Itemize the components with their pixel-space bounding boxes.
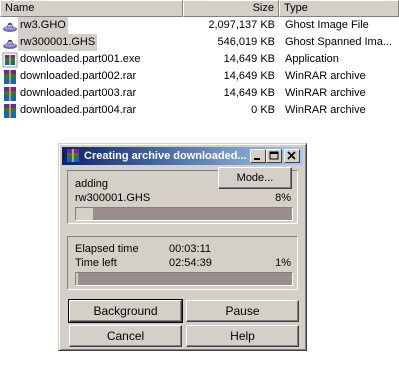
total-percent: 1% <box>275 257 291 269</box>
background-button-label: Background <box>93 304 158 318</box>
dialog-title-bar[interactable]: Creating archive downloaded... <box>62 147 303 165</box>
help-button-label: Help <box>230 329 255 343</box>
file-name: downloaded.part003.rar <box>20 87 137 99</box>
total-progress-fill <box>76 273 78 285</box>
file-progress-fill <box>76 208 93 220</box>
file-name: rw3.GHO <box>18 17 68 34</box>
file-size: 546,019 KB <box>217 36 276 48</box>
file-type: WinRAR archive <box>285 87 366 99</box>
time-left-label: Time left <box>75 257 117 269</box>
file-row[interactable]: downloaded.part002.rar 14,649 KB WinRAR ar… <box>0 68 399 85</box>
time-group: Elapsed time 00:03:11 Time left 02:54:39… <box>67 236 298 290</box>
elapsed-time-value: 00:03:11 <box>169 243 212 255</box>
archive-progress-dialog: Creating archive downloaded... Mode... a… <box>58 143 307 351</box>
column-header-name[interactable]: Name <box>0 0 183 17</box>
column-header-name-label: Name <box>5 2 35 14</box>
pause-button[interactable]: Pause <box>186 300 299 322</box>
close-icon <box>287 151 296 160</box>
file-name-cell: downloaded.part002.rar <box>2 68 182 85</box>
pause-button-label: Pause <box>225 304 260 318</box>
current-file-name: rw300001.GHS <box>75 192 151 204</box>
file-name: downloaded.part002.rar <box>20 70 137 82</box>
background-button[interactable]: Background <box>68 299 183 323</box>
ghost-image-icon <box>2 35 18 51</box>
file-type: WinRAR archive <box>285 104 366 116</box>
elapsed-time-label: Elapsed time <box>75 243 139 255</box>
minimize-button[interactable] <box>250 149 266 163</box>
column-header-type[interactable]: Type <box>279 0 399 17</box>
file-type: Ghost Image File <box>285 19 369 31</box>
winrar-archive-icon <box>2 103 18 119</box>
file-name: downloaded.part004.rar <box>20 104 137 116</box>
file-size: 14,649 KB <box>223 53 275 65</box>
winrar-archive-icon <box>2 86 18 102</box>
list-header: Name Size Type <box>0 0 399 17</box>
file-name-cell: rw300001.GHS <box>2 34 182 51</box>
file-name-cell: downloaded.part003.rar <box>2 85 182 102</box>
minimize-icon <box>254 158 260 160</box>
mode-button[interactable]: Mode... <box>218 167 292 189</box>
file-name: downloaded.part001.exe <box>20 53 141 65</box>
file-progress-bar <box>75 207 293 221</box>
maximize-icon <box>269 151 279 160</box>
mode-button-label: Mode... <box>236 172 274 184</box>
file-type: WinRAR archive <box>285 70 366 82</box>
ghost-image-icon <box>2 18 18 34</box>
column-header-size[interactable]: Size <box>183 0 279 17</box>
close-button[interactable] <box>284 149 300 163</box>
file-row[interactable]: rw3.GHO 2,097,137 KB Ghost Image File <box>0 17 399 34</box>
file-row[interactable]: downloaded.part003.rar 14,649 KB WinRAR ar… <box>0 85 399 102</box>
file-row[interactable]: downloaded.part001.exe 14,649 KB Applicati… <box>0 51 399 68</box>
dialog-title: Creating archive downloaded... <box>84 150 247 162</box>
file-type: Ghost Spanned Ima... <box>285 36 393 48</box>
action-label: adding <box>75 178 109 190</box>
maximize-button[interactable] <box>266 149 282 163</box>
winrar-icon <box>67 149 79 162</box>
file-name-cell: downloaded.part004.rar <box>2 102 182 119</box>
winrar-app-icon <box>2 52 18 68</box>
file-row[interactable]: downloaded.part004.rar 0 KB WinRAR archive <box>0 102 399 119</box>
file-name: rw300001.GHS <box>18 34 98 51</box>
total-progress-bar <box>75 272 293 286</box>
help-button[interactable]: Help <box>186 325 299 347</box>
cancel-button-label: Cancel <box>106 329 145 343</box>
column-header-size-label: Size <box>252 2 274 14</box>
file-size: 14,649 KB <box>223 70 275 82</box>
current-file-group: Mode... adding rw300001.GHS 8% <box>67 167 298 224</box>
column-header-type-label: Type <box>284 2 308 14</box>
file-row[interactable]: rw300001.GHS 546,019 KB Ghost Spanned Ima.… <box>0 34 399 51</box>
file-name-cell: rw3.GHO <box>2 17 182 34</box>
file-list: rw3.GHO 2,097,137 KB Ghost Image File rw300… <box>0 17 399 119</box>
file-size: 14,649 KB <box>223 87 275 99</box>
cancel-button[interactable]: Cancel <box>69 325 182 347</box>
winrar-archive-icon <box>2 69 18 85</box>
file-type: Application <box>285 53 339 65</box>
file-size: 0 KB <box>251 104 275 116</box>
file-name-cell: downloaded.part001.exe <box>2 51 182 68</box>
file-size: 2,097,137 KB <box>208 19 275 31</box>
time-left-value: 02:54:39 <box>169 257 212 269</box>
file-percent: 8% <box>275 192 291 204</box>
